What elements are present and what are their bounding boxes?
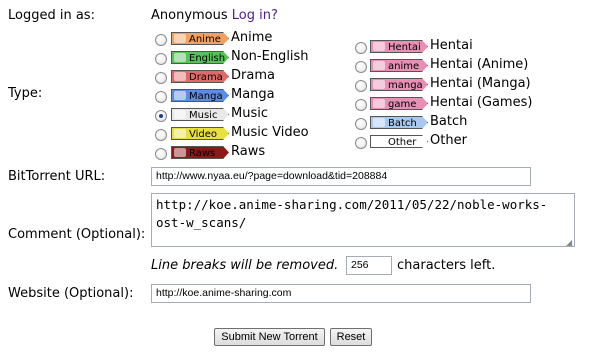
- bittorrent-url-label: BitTorrent URL:: [8, 169, 106, 184]
- login-status: Anonymous Log in?: [151, 8, 278, 23]
- type-option-hentai[interactable]: Hentai: [430, 38, 473, 53]
- radio-other[interactable]: [355, 137, 367, 149]
- category-tag-label: Manga: [189, 91, 223, 102]
- category-icon: [174, 91, 186, 100]
- category-tag-label: Music: [189, 110, 218, 121]
- type-option-music-video[interactable]: Music Video: [231, 125, 309, 140]
- category-tag-hentai: Hentai: [370, 40, 428, 53]
- category-icon: [174, 148, 186, 157]
- radio-music[interactable]: [155, 110, 167, 122]
- type-option-raws[interactable]: Raws: [231, 144, 265, 159]
- type-option-other[interactable]: Other: [430, 133, 467, 148]
- submit-torrent-button[interactable]: Submit New Torrent: [214, 328, 325, 346]
- login-link[interactable]: Log in?: [232, 8, 278, 23]
- type-option-batch[interactable]: Batch: [430, 114, 467, 129]
- category-icon: [373, 118, 385, 127]
- category-icon: [373, 99, 385, 108]
- category-icon: [373, 80, 385, 89]
- category-icon: [373, 61, 385, 70]
- category-tag-manga: Manga: [171, 89, 229, 102]
- bittorrent-url-input[interactable]: http://www.nyaa.eu/?page=download&tid=20…: [151, 167, 531, 186]
- category-tag-label: anime: [388, 61, 420, 72]
- category-tag-anime: Anime: [171, 32, 229, 45]
- type-option-anime[interactable]: Anime: [231, 30, 272, 45]
- reset-button[interactable]: Reset: [330, 328, 372, 346]
- type-option-hentai-anime[interactable]: Hentai (Anime): [430, 57, 528, 72]
- username: Anonymous: [151, 8, 228, 23]
- category-tag-label: Raws: [189, 148, 216, 159]
- category-tag-hentai-anime: anime: [370, 59, 428, 72]
- category-tag-non-english: English: [171, 51, 229, 64]
- category-icon: [373, 137, 385, 146]
- radio-hentai[interactable]: [355, 42, 367, 54]
- radio-non-english[interactable]: [155, 53, 167, 65]
- type-option-hentai-manga[interactable]: Hentai (Manga): [430, 76, 531, 91]
- line-breaks-note: Line breaks will be removed.: [151, 258, 339, 273]
- category-tag-hentai-manga: manga: [370, 78, 428, 91]
- category-tag-label: Hentai: [388, 42, 421, 53]
- category-tag-raws: Raws: [171, 146, 229, 159]
- type-option-manga[interactable]: Manga: [231, 87, 275, 102]
- category-icon: [174, 72, 186, 81]
- chars-left-counter: 256: [346, 256, 392, 275]
- comment-textarea[interactable]: http://koe.anime-sharing.com/2011/05/22/…: [151, 193, 575, 247]
- resize-grip-icon[interactable]: ◢: [566, 238, 574, 247]
- category-tag-label: Video: [189, 129, 218, 140]
- category-tag-music: Music: [171, 108, 229, 121]
- category-tag-label: manga: [388, 80, 423, 91]
- category-tag-label: English: [189, 53, 226, 64]
- type-option-drama[interactable]: Drama: [231, 68, 275, 83]
- category-icon: [174, 129, 186, 138]
- category-tag-label: Batch: [388, 118, 417, 129]
- comment-label: Comment (Optional):: [8, 227, 146, 242]
- type-label: Type:: [8, 86, 43, 101]
- category-tag-label: Drama: [189, 72, 223, 83]
- type-option-hentai-games[interactable]: Hentai (Games): [430, 95, 532, 110]
- radio-batch[interactable]: [355, 118, 367, 130]
- radio-hentai-games[interactable]: [355, 99, 367, 111]
- radio-hentai-anime[interactable]: [355, 61, 367, 73]
- category-tag-other: Other: [370, 135, 428, 148]
- category-tag-batch: Batch: [370, 116, 428, 129]
- category-tag-drama: Drama: [171, 70, 229, 83]
- category-icon: [174, 53, 186, 62]
- radio-raws[interactable]: [155, 148, 167, 160]
- chars-left-label: characters left.: [397, 258, 496, 273]
- category-tag-label: game: [388, 99, 417, 110]
- type-option-non-english[interactable]: Non-English: [231, 49, 309, 64]
- radio-anime[interactable]: [155, 34, 167, 46]
- category-tag-label: Other: [388, 137, 417, 148]
- website-input[interactable]: http://koe.anime-sharing.com: [151, 284, 531, 303]
- radio-hentai-manga[interactable]: [355, 80, 367, 92]
- radio-music-video[interactable]: [155, 129, 167, 141]
- logged-in-label: Logged in as:: [8, 8, 95, 23]
- type-option-music[interactable]: Music: [231, 106, 268, 121]
- category-icon: [373, 42, 385, 51]
- category-icon: [174, 34, 186, 43]
- category-tag-music-video: Video: [171, 127, 229, 140]
- website-label: Website (Optional):: [8, 286, 134, 301]
- category-icon: [174, 110, 186, 119]
- radio-manga[interactable]: [155, 91, 167, 103]
- category-tag-label: Anime: [189, 34, 221, 45]
- category-tag-hentai-games: game: [370, 97, 428, 110]
- radio-drama[interactable]: [155, 72, 167, 84]
